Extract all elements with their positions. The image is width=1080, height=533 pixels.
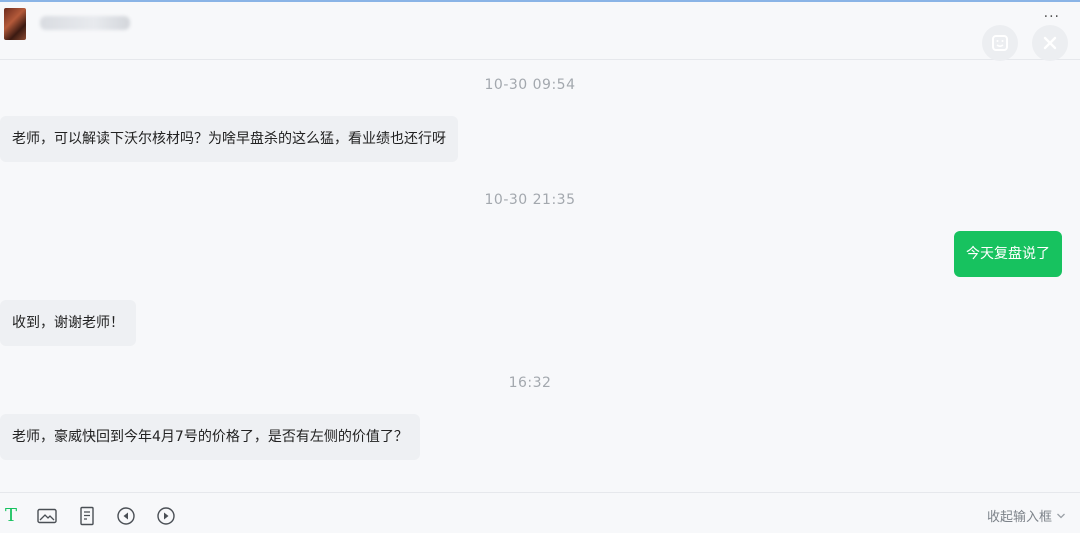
contact-name bbox=[40, 16, 130, 30]
screenshot-icon bbox=[992, 35, 1008, 51]
text-format-icon: T bbox=[4, 505, 17, 526]
input-toolbar: T 收起输入框 bbox=[0, 492, 1080, 533]
file-icon bbox=[80, 506, 94, 526]
incoming-message[interactable]: 老师，可以解读下沃尔核材吗？为啥早盘杀的这么猛，看业绩也还行呀 bbox=[0, 116, 458, 162]
image-button[interactable] bbox=[36, 505, 58, 527]
play-right-icon bbox=[157, 507, 175, 525]
play-left-icon bbox=[117, 507, 135, 525]
message-timestamp: 10-30 09:54 bbox=[484, 77, 576, 93]
chat-window: ··· 10-30 09:54 老师，可以解读下沃尔核材吗？为啥早盘杀的这么猛，… bbox=[0, 0, 1080, 533]
more-icon[interactable]: ··· bbox=[1044, 10, 1060, 24]
chat-header: ··· bbox=[0, 2, 1080, 61]
close-button[interactable] bbox=[1032, 25, 1068, 61]
incoming-message[interactable]: 收到，谢谢老师！ bbox=[0, 300, 136, 346]
message-timestamp: 10-30 21:35 bbox=[484, 192, 576, 208]
collapse-input-button[interactable]: 收起输入框 bbox=[987, 506, 1066, 525]
avatar[interactable] bbox=[4, 8, 26, 40]
text-format-button[interactable]: T bbox=[0, 505, 22, 527]
close-icon bbox=[1043, 36, 1057, 50]
screenshot-button[interactable] bbox=[982, 25, 1018, 61]
next-button[interactable] bbox=[155, 505, 177, 527]
outgoing-message[interactable]: 今天复盘说了 bbox=[954, 231, 1062, 277]
chevron-down-icon bbox=[1057, 513, 1065, 518]
file-button[interactable] bbox=[76, 505, 98, 527]
incoming-message[interactable]: 老师，豪威快回到今年4月7号的价格了，是否有左侧的价值了？ bbox=[0, 414, 420, 460]
image-icon bbox=[37, 508, 57, 524]
message-timestamp: 16:32 bbox=[508, 375, 552, 391]
previous-button[interactable] bbox=[115, 505, 137, 527]
collapse-input-label: 收起输入框 bbox=[986, 510, 1052, 525]
